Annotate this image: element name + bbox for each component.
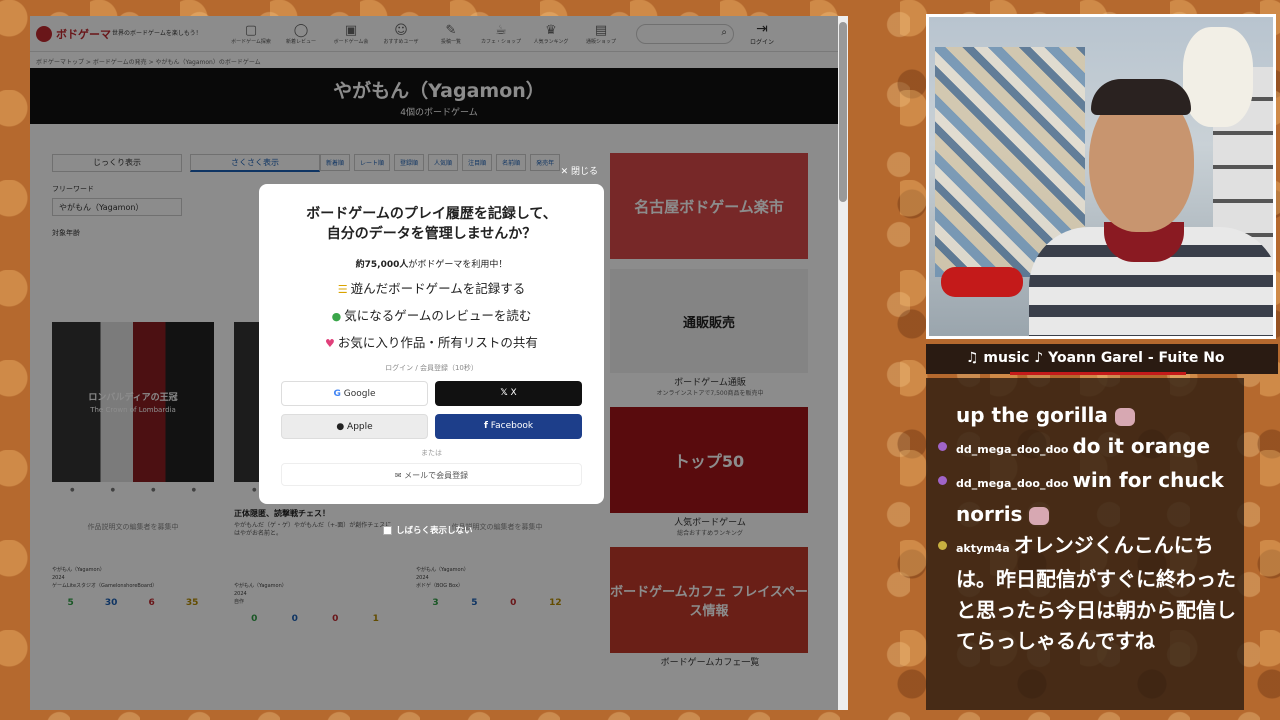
music-progress-bar [1010,372,1186,375]
feature-text: 遊んだボードゲームを記録する [350,280,526,296]
feature-item: ● 気になるゲームのレビューを読む [259,305,604,324]
modal-title-line1: ボードゲームのプレイ履歴を記録して、 [306,206,557,222]
modal-title-line2: 自分のデータを管理しませんか？ [326,226,537,243]
modal-close-button[interactable]: ✕ 閉じる [561,164,598,177]
page-scrollbar[interactable] [838,16,848,710]
modal-title: ボードゲームのプレイ履歴を記録して、 自分のデータを管理しませんか？ [259,204,604,245]
email-signup-label: メールで会員登録 [404,470,469,480]
emote-icon [1114,407,1135,426]
google-icon: G [333,388,341,399]
chat-message: aktym4a オレンジくんこんにちは。昨日配信がすぐに終わったと思ったら今日は朝… [938,530,1236,657]
login-prompt: ログイン / 会員登録（10秒） [385,363,478,372]
scrollbar-thumb[interactable] [839,22,847,202]
chat-badge-icon [938,541,947,550]
chat-message: dd_mega_doo_doo win for chuck norris [938,465,1236,530]
mail-icon: ✉ [394,470,402,480]
dont-show-label: しばらく表示しない [396,526,473,536]
feature-text: 気になるゲームのレビューを読む [344,307,532,323]
apple-login-button[interactable]: ● Apple [281,413,428,439]
user-count-number: 約75,000人 [355,259,409,270]
chat-text: do it orange [1072,434,1211,458]
speech-icon: ● [331,309,342,323]
feature-text: お気に入り作品・所有リストの共有 [337,334,538,350]
apple-icon: ● [336,421,345,432]
chat-badge-icon [938,442,947,451]
apple-label: Apple [347,421,373,432]
x-icon: 𝕏 [500,387,508,398]
now-playing: ♫ music ♪ Yoann Garel - Fuite No [926,344,1278,374]
plush-toy [1183,27,1253,127]
emote-icon [1029,506,1050,525]
x-label: X [510,387,517,398]
facebook-icon: f [483,420,488,431]
webcam-feed [926,14,1276,339]
chat-username[interactable]: aktym4a [956,542,1010,555]
user-count: 約75,000人がボドゲーマを利用中！ [259,257,604,270]
email-signup-button[interactable]: ✉ メールで会員登録 [281,462,582,486]
dont-show-option[interactable]: しばらく表示しない [383,524,473,536]
feature-item: ♥ お気に入り作品・所有リストの共有 [259,332,604,351]
close-label: 閉じる [570,167,598,177]
red-speaker [941,267,1023,297]
feature-list: ☰ 遊んだボードゲームを記録する ● 気になるゲームのレビューを読む ♥ お気に入り作品・… [259,278,604,351]
facebook-login-button[interactable]: f Facebook [435,413,582,439]
stream-chat: up the gorilla dd_mega_doo_doo do it oran… [926,378,1244,710]
list-icon: ☰ [337,282,348,296]
streamer-hair [1091,79,1191,115]
or-divider: または [421,448,442,457]
facebook-label: Facebook [490,420,534,431]
heart-icon: ♥ [325,336,335,350]
dont-show-checkbox[interactable] [383,525,392,535]
google-login-button[interactable]: G Google [281,380,428,406]
chat-badge-icon [938,476,947,485]
x-login-button[interactable]: 𝕏 X [435,380,582,406]
user-count-text: がボドゲーマを利用中！ [408,259,508,270]
signup-modal: ✕ 閉じる ボードゲームのプレイ履歴を記録して、 自分のデータを管理しませんか？… [259,167,604,504]
feature-item: ☰ 遊んだボードゲームを記録する [259,278,604,297]
chat-text: up the gorilla [956,403,1108,427]
chat-username[interactable]: dd_mega_doo_doo [956,477,1068,490]
google-label: Google [343,388,376,399]
chat-message: dd_mega_doo_doo do it orange [938,431,1236,465]
chat-message: up the gorilla [956,400,1236,431]
chat-username[interactable]: dd_mega_doo_doo [956,443,1068,456]
